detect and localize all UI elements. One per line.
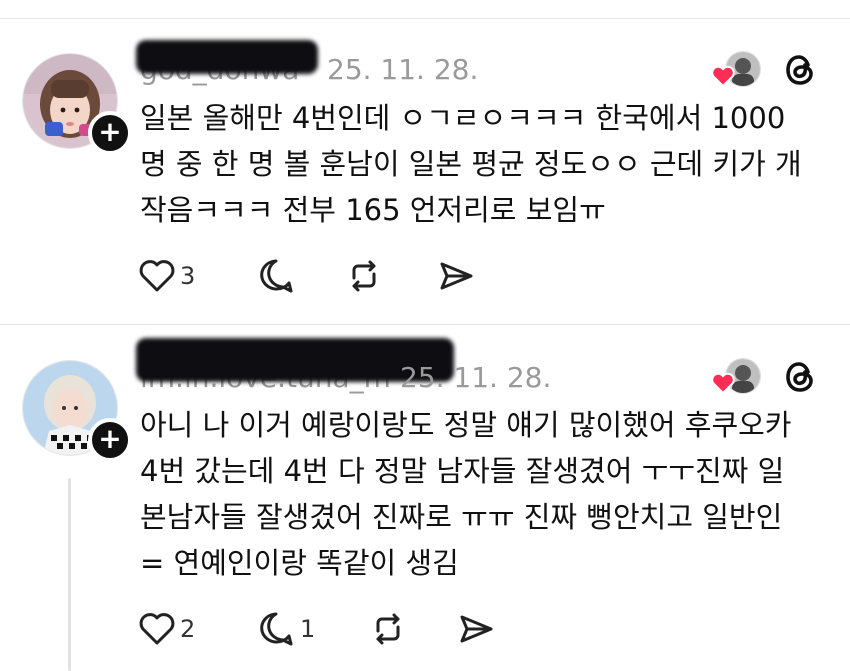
threads-logo-icon[interactable]	[783, 358, 817, 400]
like-count: 2	[180, 615, 196, 643]
repost-icon	[376, 613, 400, 645]
post-body: 아니 나 이거 예랑이랑도 정말 얘기 많이했어 후쿠오카 4번 갔는데 4번 …	[140, 402, 840, 586]
post-line: 작음ㅋㅋㅋ 전부 165 언저리로 보임ㅠ	[140, 193, 606, 227]
like-count: 3	[180, 262, 196, 290]
repost-button[interactable]	[344, 254, 384, 298]
follow-plus-button[interactable]: +	[88, 418, 132, 462]
red-heart-icon	[711, 372, 735, 398]
like-button[interactable]: 3	[138, 254, 195, 298]
reply-button[interactable]: 1	[256, 607, 315, 651]
post-actions: 3	[138, 254, 538, 298]
heart-outline-icon	[139, 613, 175, 645]
red-heart-icon	[711, 65, 735, 91]
post-line: 아니 나 이거 예랑이랑도 정말 얘기 많이했어 후쿠오카	[140, 408, 792, 442]
post-line: = 연예인이랑 똑같이 생김	[140, 546, 459, 580]
speech-bubble-icon	[260, 259, 293, 293]
share-button[interactable]	[436, 254, 476, 298]
heart-outline-icon	[139, 260, 175, 292]
paper-plane-icon	[460, 615, 493, 643]
post-line: 명 중 한 명 볼 훈남이 일본 평균 정도ㅇㅇ 근데 키가 개	[140, 147, 802, 181]
like-button[interactable]: 2	[138, 607, 195, 651]
share-button[interactable]	[456, 607, 496, 651]
speech-bubble-icon	[260, 612, 293, 646]
reply-count: 1	[300, 615, 316, 643]
follow-plus-button[interactable]: +	[88, 111, 132, 155]
paper-plane-icon	[440, 262, 473, 290]
post-line: 일본 올해만 4번인데 ㅇㄱㄹㅇㅋㅋㅋ 한국에서 1000	[140, 101, 786, 135]
post-1-avatar-wrap[interactable]: +	[22, 53, 132, 155]
thread-connector-line	[68, 478, 71, 671]
repost-icon	[352, 260, 376, 292]
post-date: 25. 11. 28.	[400, 361, 552, 394]
post-line: 4번 갔는데 4번 다 정말 남자들 잘생겼어 ㅜㅜ진짜 일	[140, 454, 785, 488]
post-actions: 2 1	[138, 607, 538, 651]
redaction-scribble	[136, 40, 318, 74]
post-date: 25. 11. 28.	[327, 53, 479, 86]
reply-button[interactable]	[256, 254, 296, 298]
threads-logo-icon[interactable]	[783, 51, 817, 93]
post-line: 본남자들 잘생겼어 진짜로 ㅠㅠ 진짜 뻥안치고 일반인	[140, 500, 783, 534]
post-body: 일본 올해만 4번인데 ㅇㄱㄹㅇㅋㅋㅋ 한국에서 1000 명 중 한 명 볼 …	[140, 95, 840, 233]
post-2-avatar-wrap[interactable]: +	[22, 360, 132, 462]
top-divider	[0, 18, 850, 19]
post-divider	[0, 324, 850, 325]
repost-button[interactable]	[368, 607, 408, 651]
